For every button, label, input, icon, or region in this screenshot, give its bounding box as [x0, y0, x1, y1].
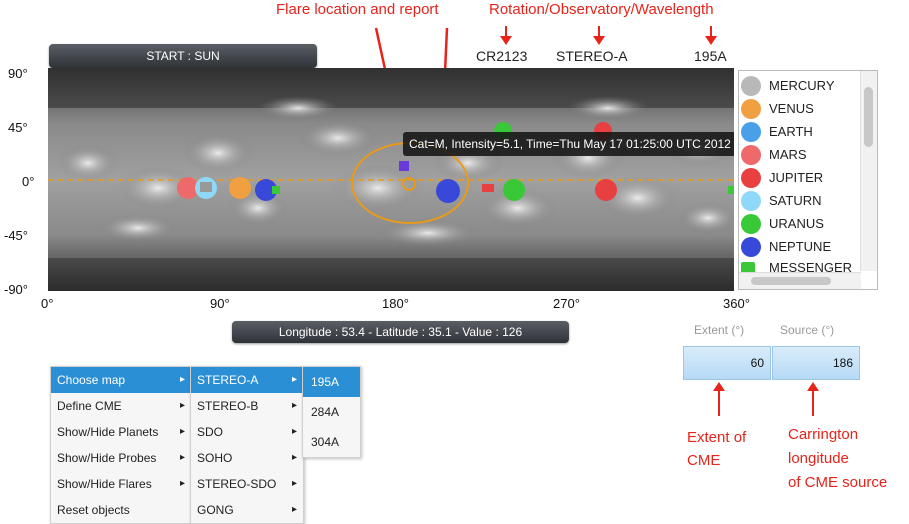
probe-marker — [200, 182, 212, 192]
map-source-menu: STEREO-A ▸ STEREO-B ▸ SDO ▸ SOHO ▸ STEREO-SD… — [190, 366, 304, 524]
planet-icon — [741, 76, 761, 96]
list-item-saturn[interactable]: SATURN — [739, 190, 857, 212]
carrington-annotation-line3: of CME source — [788, 474, 888, 491]
messenger-marker — [272, 186, 280, 194]
extent-annotation-line2: CME — [687, 452, 721, 469]
list-item-venus[interactable]: VENUS — [739, 98, 857, 120]
list-item-neptune[interactable]: NEPTUNE — [739, 236, 857, 258]
chevron-right-icon: ▸ — [291, 478, 297, 489]
list-item-jupiter[interactable]: JUPITER — [739, 167, 857, 189]
menu-item-304a[interactable]: 304A — [303, 427, 360, 457]
menu-item-sdo[interactable]: SDO ▸ — [191, 419, 303, 445]
chevron-right-icon: ▸ — [179, 452, 185, 463]
list-item-earth[interactable]: EARTH — [739, 121, 857, 143]
status-readout: Longitude : 53.4 - Latitude : 35.1 - Val… — [232, 321, 569, 343]
menu-item-define-cme[interactable]: Define CME ▸ — [51, 393, 191, 419]
rotation-label: CR2123 — [476, 48, 528, 64]
vertical-scrollbar[interactable] — [860, 71, 877, 271]
chevron-right-icon: ▸ — [179, 426, 185, 437]
menu-item-show-hide-flares[interactable]: Show/Hide Flares ▸ — [51, 471, 191, 497]
chevron-right-icon: ▸ — [291, 426, 297, 437]
jupiter-marker — [595, 179, 617, 201]
chevron-right-icon: ▸ — [179, 478, 185, 489]
source-label: Source (°) — [780, 323, 835, 337]
list-item-mars[interactable]: MARS — [739, 144, 857, 166]
planet-icon — [741, 145, 761, 165]
x-tick-360: 360° — [723, 296, 750, 311]
extent-input[interactable]: 60 — [683, 346, 771, 380]
extent-label: Extent (°) — [694, 323, 745, 337]
planet-icon — [741, 99, 761, 119]
planet-icon — [741, 168, 761, 188]
wavelength-label: 195A — [694, 48, 727, 64]
carrington-annotation-line2: longitude — [788, 450, 849, 467]
flare-tooltip: Cat=M, Intensity=5.1, Time=Thu May 17 01… — [403, 132, 734, 156]
chevron-right-icon: ▸ — [291, 374, 297, 385]
menu-item-195a[interactable]: 195A — [303, 367, 360, 397]
neptune-marker-2 — [436, 179, 460, 203]
menu-item-choose-map[interactable]: Choose map ▸ — [51, 367, 191, 393]
menu-item-show-hide-probes[interactable]: Show/Hide Probes ▸ — [51, 445, 191, 471]
menu-item-stereo-a[interactable]: STEREO-A ▸ — [191, 367, 303, 393]
source-input[interactable]: 186 — [772, 346, 860, 380]
menu-item-stereo-sdo[interactable]: STEREO-SDO ▸ — [191, 471, 303, 497]
carrington-map[interactable]: Cat=M, Intensity=5.1, Time=Thu May 17 01… — [48, 68, 734, 291]
x-tick-90: 90° — [210, 296, 230, 311]
x-tick-270: 270° — [553, 296, 580, 311]
wavelength-menu: 195A 284A 304A — [302, 366, 361, 458]
horizontal-scrollbar[interactable] — [739, 272, 861, 289]
observatory-label: STEREO-A — [556, 48, 628, 64]
menu-item-284a[interactable]: 284A — [303, 397, 360, 427]
chevron-right-icon: ▸ — [291, 504, 297, 515]
carrington-annotation-line1: Carrington — [788, 426, 859, 443]
list-item-mercury[interactable]: MERCURY — [739, 75, 857, 97]
start-button[interactable]: START : SUN — [49, 44, 317, 68]
probe-marker-3 — [728, 186, 734, 194]
menu-item-reset-objects[interactable]: Reset objects — [51, 497, 191, 523]
menu-item-soho[interactable]: SOHO ▸ — [191, 445, 303, 471]
menu-item-show-hide-planets[interactable]: Show/Hide Planets ▸ — [51, 419, 191, 445]
main-menu: Choose map ▸ Define CME ▸ Show/Hide Planet… — [50, 366, 192, 524]
y-tick-neg45: -45° — [4, 228, 28, 243]
planet-list[interactable]: MERCURY VENUS EARTH MARS JUPITER SATURN … — [738, 70, 878, 290]
menu-item-stereo-b[interactable]: STEREO-B ▸ — [191, 393, 303, 419]
planet-icon — [741, 191, 761, 211]
menu-item-gong[interactable]: GONG ▸ — [191, 497, 303, 523]
venus-marker — [229, 177, 251, 199]
scroll-thumb[interactable] — [864, 87, 873, 147]
chevron-right-icon: ▸ — [179, 400, 185, 411]
y-tick-45: 45° — [8, 120, 28, 135]
y-tick-90: 90° — [8, 66, 28, 81]
list-item-uranus[interactable]: URANUS — [739, 213, 857, 235]
scroll-thumb[interactable] — [751, 277, 831, 285]
y-tick-0: 0° — [22, 174, 35, 189]
extent-annotation-line1: Extent of — [687, 429, 747, 446]
chevron-right-icon: ▸ — [179, 374, 185, 385]
chevron-right-icon: ▸ — [291, 400, 297, 411]
uranus-marker — [503, 179, 525, 201]
x-tick-0: 0° — [41, 296, 54, 311]
planet-icon — [741, 214, 761, 234]
planet-icon — [741, 237, 761, 257]
probe-marker-2 — [482, 184, 494, 192]
planet-icon — [741, 122, 761, 142]
sun-map-image — [48, 68, 734, 291]
chevron-right-icon: ▸ — [291, 452, 297, 463]
flare-marker — [399, 161, 409, 171]
y-tick-neg90: -90° — [4, 282, 28, 297]
x-tick-180: 180° — [382, 296, 409, 311]
